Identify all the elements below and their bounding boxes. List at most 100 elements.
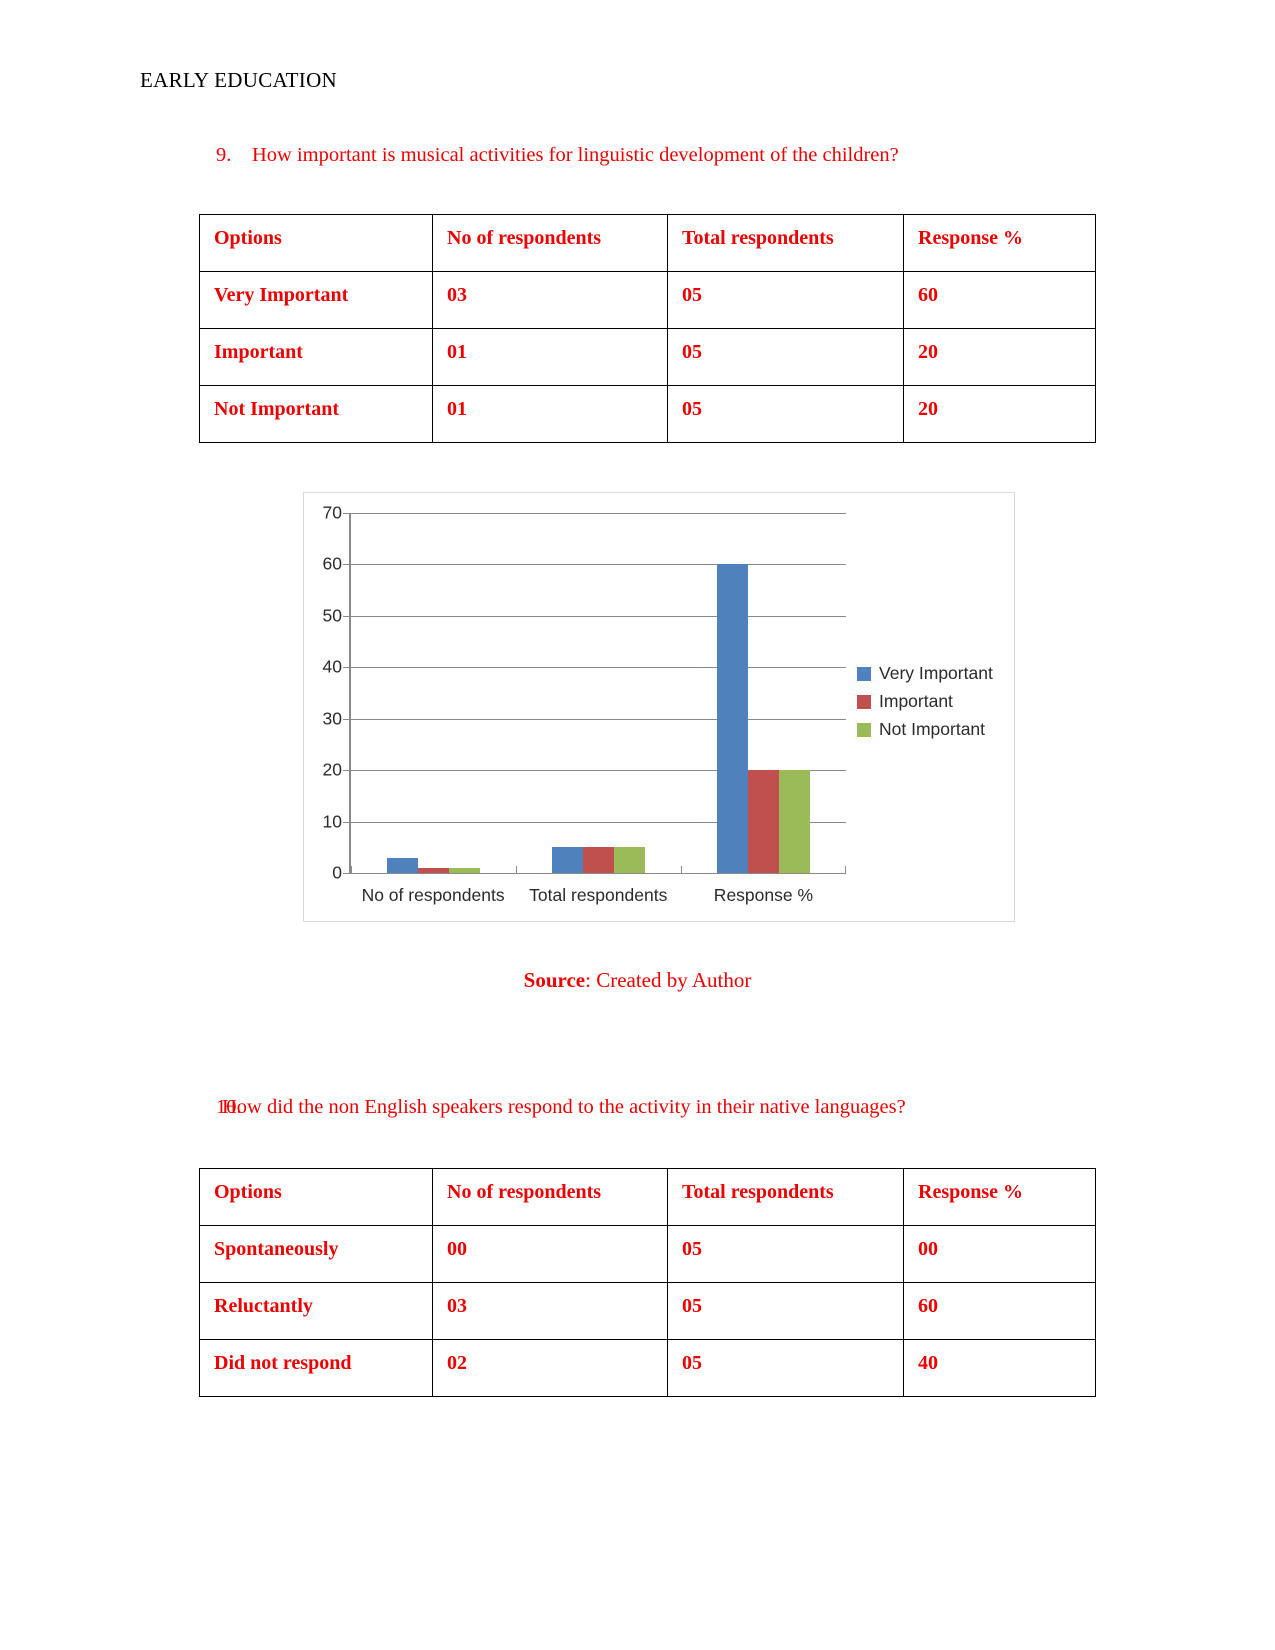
x-axis-tick-mark <box>845 866 847 873</box>
table-2-col-response-pct: Response % <box>903 1168 1096 1226</box>
table-2-col-no-of-respondents: No of respondents <box>432 1168 668 1226</box>
table-cell-response-pct: 00 <box>903 1225 1096 1283</box>
table-cell-no-of-respondents: 01 <box>432 328 668 386</box>
chart-bar <box>716 564 748 873</box>
y-axis-tick-label: 50 <box>322 605 342 626</box>
table-cell-total-respondents: 05 <box>667 1282 904 1340</box>
table-cell-response-pct: 60 <box>903 1282 1096 1340</box>
x-axis-category-label: Total respondents <box>529 885 668 905</box>
table-cell-option: Did not respond <box>199 1339 433 1397</box>
table-cell-response-pct: 20 <box>903 328 1096 386</box>
chart-bar <box>747 770 779 873</box>
table-header-row: Options No of respondents Total responde… <box>199 1168 1096 1226</box>
chart-bar <box>551 847 583 873</box>
y-axis-tick-mark <box>343 564 349 566</box>
chart-plot-wrapper: 0 10 20 30 40 50 60 70 No of respondents Total r… <box>304 493 1016 923</box>
table-cell-no-of-respondents: 01 <box>432 385 668 443</box>
table-cell-no-of-respondents: 02 <box>432 1339 668 1397</box>
table-cell-total-respondents: 05 <box>667 1225 904 1283</box>
table-1-col-options: Options <box>199 214 433 272</box>
source-value: Created by Author <box>596 968 752 992</box>
table-cell-total-respondents: 05 <box>667 271 904 329</box>
table-cell-total-respondents: 05 <box>667 1339 904 1397</box>
table-cell-option: Very Important <box>199 271 433 329</box>
table-cell-option: Reluctantly <box>199 1282 433 1340</box>
chart-category-group: No of respondents <box>350 513 516 905</box>
chart-bar <box>613 847 645 873</box>
survey-table-1: Options No of respondents Total responde… <box>199 214 1096 443</box>
running-header: EARLY EDUCATION <box>140 68 338 92</box>
legend-swatch-icon <box>857 666 871 681</box>
y-axis-tick-mark <box>343 615 349 617</box>
table-row: Spontaneously 00 05 00 <box>199 1225 1096 1283</box>
y-gridline <box>349 873 846 874</box>
table-1-col-no-of-respondents: No of respondents <box>432 214 668 272</box>
document-page: EARLY EDUCATION 9. How important is music… <box>0 0 1275 1650</box>
chart-legend: Very Important Important Not Important <box>857 663 993 740</box>
table-cell-no-of-respondents: 03 <box>432 271 668 329</box>
y-axis-tick-mark <box>343 770 349 772</box>
x-axis-category-label: No of respondents <box>361 885 505 905</box>
y-axis-tick-mark <box>343 873 349 874</box>
question-9: 9. How important is musical activities fo… <box>216 144 899 167</box>
x-axis-category-label: Response % <box>713 885 814 905</box>
chart-bar <box>448 867 480 873</box>
table-2-col-total-respondents: Total respondents <box>667 1168 904 1226</box>
chart-bar <box>386 857 418 873</box>
legend-swatch-icon <box>857 722 871 737</box>
chart-legend-item: Very Important <box>857 663 993 684</box>
chart-legend-item: Important <box>857 691 993 712</box>
y-axis-tick-label: 30 <box>322 708 342 729</box>
chart-legend-label: Important <box>879 691 953 711</box>
table-row: Did not respond 02 05 40 <box>199 1339 1096 1397</box>
source-label: Source <box>523 968 586 992</box>
y-axis-tick-label: 10 <box>322 811 342 832</box>
chart-bar-groups: No of respondents Total respondents Respon… <box>350 513 847 905</box>
chart-plot-area: 0 10 20 30 40 50 60 70 No of respondents Total r… <box>323 503 847 905</box>
table-row: Reluctantly 03 05 60 <box>199 1282 1096 1340</box>
table-cell-no-of-respondents: 03 <box>432 1282 668 1340</box>
chart-category-group: Response % <box>680 513 847 905</box>
chart-legend-item: Not Important <box>857 719 993 740</box>
table-cell-option: Important <box>199 328 433 386</box>
table-cell-total-respondents: 05 <box>667 328 904 386</box>
chart-legend-label: Very Important <box>879 663 993 683</box>
y-axis-tick-mark <box>343 718 349 720</box>
x-axis-tick-mark <box>350 866 352 873</box>
y-axis-tick-label: 70 <box>322 502 342 523</box>
bar-chart: 0 10 20 30 40 50 60 70 No of respondents Total r… <box>303 492 1015 922</box>
table-cell-no-of-respondents: 00 <box>432 1225 668 1283</box>
question-9-number: 9. <box>216 144 232 166</box>
source-caption: Source: Created by Author <box>0 968 1275 993</box>
table-cell-response-pct: 40 <box>903 1339 1096 1397</box>
table-2-col-options: Options <box>199 1168 433 1226</box>
chart-category-group: Total respondents <box>515 513 681 905</box>
table-cell-response-pct: 60 <box>903 271 1096 329</box>
table-cell-option: Spontaneously <box>199 1225 433 1283</box>
y-axis-tick-label: 20 <box>322 759 342 780</box>
y-axis-tick-mark <box>343 513 349 514</box>
legend-swatch-icon <box>857 694 871 709</box>
table-1-col-response-pct: Response % <box>903 214 1096 272</box>
table-cell-response-pct: 20 <box>903 385 1096 443</box>
table-row: Not Important 01 05 20 <box>199 385 1096 443</box>
chart-bar <box>417 867 449 873</box>
table-1-col-total-respondents: Total respondents <box>667 214 904 272</box>
table-row: Very Important 03 05 60 <box>199 271 1096 329</box>
x-axis-tick-mark <box>680 866 682 873</box>
source-separator: : <box>585 968 597 992</box>
chart-bar <box>582 847 614 873</box>
chart-bar <box>778 770 810 873</box>
table-row: Important 01 05 20 <box>199 328 1096 386</box>
y-axis-tick-label: 0 <box>332 862 342 883</box>
survey-table-2: Options No of respondents Total responde… <box>199 1168 1096 1397</box>
y-axis-tick-label: 40 <box>322 656 342 677</box>
question-10: 10.How did the non English speakers resp… <box>216 1096 906 1118</box>
question-10-text: How did the non English speakers respond… <box>222 1096 906 1118</box>
table-cell-option: Not Important <box>199 385 433 443</box>
chart-legend-label: Not Important <box>879 719 986 739</box>
question-9-text: How important is musical activities for … <box>252 144 899 166</box>
y-axis-tick-mark <box>343 667 349 669</box>
table-header-row: Options No of respondents Total responde… <box>199 214 1096 272</box>
y-axis-tick-label: 60 <box>322 553 342 574</box>
